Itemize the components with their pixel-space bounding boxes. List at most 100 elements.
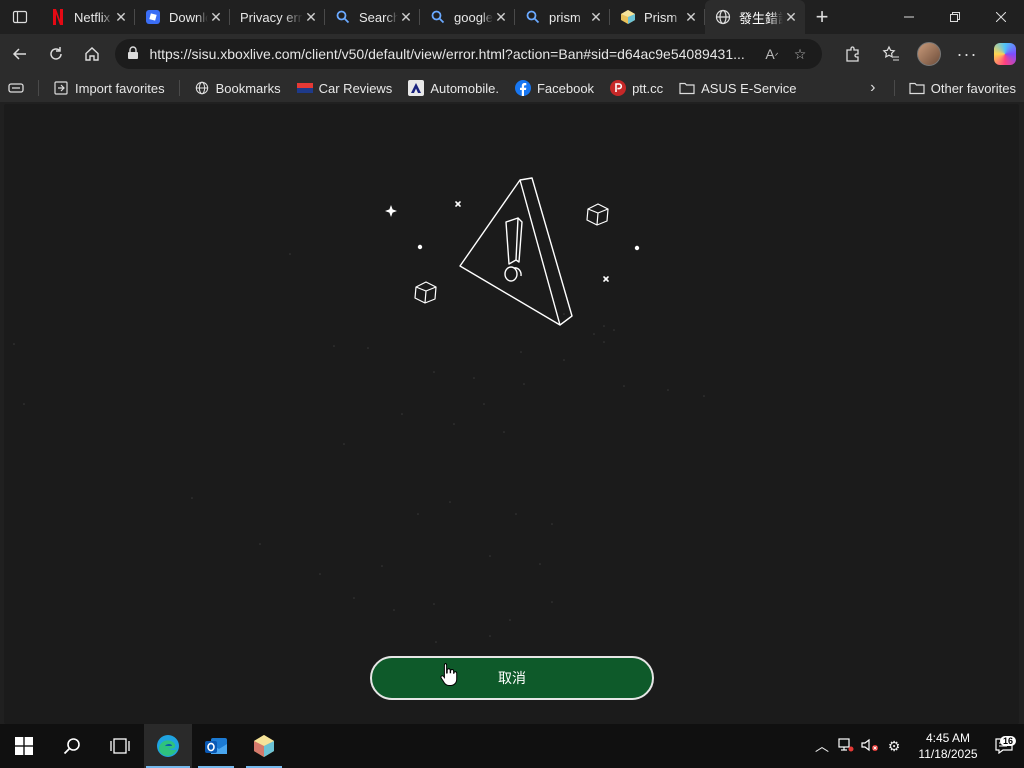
restore-button[interactable]: [932, 0, 978, 34]
particle-dots: [13, 253, 705, 643]
tab-label: Privacy error: [240, 9, 303, 25]
fav-ptt[interactable]: ptt.cc: [602, 76, 671, 100]
taskbar-prism[interactable]: [240, 724, 288, 768]
close-icon[interactable]: ✕: [588, 9, 604, 25]
favorites-list-icon: [882, 45, 899, 61]
profile-button[interactable]: [910, 38, 948, 70]
network-icon[interactable]: [834, 737, 858, 755]
car-reviews-icon: [296, 80, 313, 96]
tab-privacy-error[interactable]: Privacy error ✕: [230, 0, 325, 34]
back-arrow-icon: [12, 48, 26, 60]
start-button[interactable]: [0, 724, 48, 768]
back-button[interactable]: [2, 38, 38, 70]
window-controls: [886, 0, 1024, 34]
taskbar-outlook[interactable]: [192, 724, 240, 768]
navigation-bar: https://sisu.xboxlive.com/client/v50/def…: [0, 34, 1024, 74]
tab-prism[interactable]: Prism ✕: [610, 0, 705, 34]
clock-time: 4:45 AM: [925, 731, 971, 745]
fav-car-reviews[interactable]: Car Reviews: [289, 76, 401, 100]
gear-icon[interactable]: ⚙: [882, 738, 906, 755]
chevron-right-icon[interactable]: ›: [858, 79, 888, 97]
close-icon[interactable]: ✕: [208, 9, 224, 25]
chevron-up-icon[interactable]: ︿: [810, 736, 834, 756]
favorite-star-icon[interactable]: ☆: [786, 46, 814, 63]
cancel-button[interactable]: 取消: [370, 656, 654, 700]
tab-search[interactable]: Search ✕: [325, 0, 420, 34]
tab-prism-search[interactable]: prism ✕: [515, 0, 610, 34]
notification-center-button[interactable]: 16: [984, 736, 1024, 754]
fav-facebook[interactable]: Facebook: [507, 76, 602, 100]
roblox-icon: [145, 9, 161, 25]
clock-date: 11/18/2025: [918, 747, 978, 761]
tab-label: Netflix: [74, 9, 111, 25]
facebook-icon: [514, 80, 531, 96]
favorites-bar-toggle[interactable]: [0, 76, 32, 100]
minimize-icon: [904, 16, 914, 18]
fav-label: ptt.cc: [632, 80, 664, 96]
close-icon[interactable]: ✕: [398, 9, 414, 25]
favorites-button[interactable]: [872, 38, 910, 70]
lock-icon[interactable]: [127, 45, 139, 63]
close-icon[interactable]: ✕: [493, 9, 509, 25]
settings-more-button[interactable]: ···: [948, 38, 986, 70]
warning-triangle-icon: [459, 177, 573, 326]
tab-download[interactable]: Download ✕: [135, 0, 230, 34]
restore-icon: [950, 12, 960, 22]
home-button[interactable]: [74, 38, 110, 70]
tab-label: 發生錯誤: [739, 10, 783, 26]
fav-label: Car Reviews: [318, 80, 393, 96]
edge-icon: [157, 735, 179, 757]
close-icon[interactable]: ✕: [783, 9, 799, 25]
copilot-button[interactable]: [986, 38, 1024, 70]
fav-label: ASUS E-Service: [701, 80, 797, 96]
cube-icon: [414, 203, 609, 304]
system-tray: ︿ ⚙ 4:45 AM 11/18/2025 16: [810, 724, 1024, 768]
prism-icon: [254, 735, 274, 757]
close-icon[interactable]: ✕: [683, 9, 699, 25]
volume-muted-icon[interactable]: [858, 738, 882, 755]
close-icon[interactable]: ✕: [303, 9, 319, 25]
refresh-button[interactable]: [38, 38, 74, 70]
address-bar[interactable]: https://sisu.xboxlive.com/client/v50/def…: [115, 39, 822, 69]
tab-google[interactable]: google ✕: [420, 0, 515, 34]
refresh-icon: [50, 47, 62, 60]
automobile-icon: [408, 80, 425, 96]
home-icon: [84, 47, 99, 61]
search-icon: [63, 738, 80, 755]
fav-import-favorites[interactable]: Import favorites: [45, 76, 173, 100]
new-tab-button[interactable]: +: [805, 0, 839, 34]
puzzle-icon: [846, 46, 859, 62]
search-button[interactable]: [48, 724, 96, 768]
globe-icon: [194, 80, 210, 96]
read-aloud-icon[interactable]: Aᐟ: [758, 46, 786, 62]
url-text[interactable]: https://sisu.xboxlive.com/client/v50/def…: [149, 46, 758, 62]
divider: [893, 80, 895, 96]
taskbar: ︿ ⚙ 4:45 AM 11/18/2025 16: [0, 724, 1024, 768]
minimize-button[interactable]: [886, 0, 932, 34]
fav-automobile[interactable]: Automobile.: [400, 76, 507, 100]
notification-count-badge: 16: [999, 736, 1016, 746]
fav-asus-eservice[interactable]: ASUS E-Service: [671, 76, 804, 100]
task-view-button[interactable]: [96, 724, 144, 768]
outlook-icon: [205, 738, 227, 754]
sparkle-icon: [385, 205, 397, 217]
tab-label: google: [454, 9, 493, 25]
tab-netflix[interactable]: Netflix ✕: [40, 0, 135, 34]
fav-bookmarks[interactable]: Bookmarks: [186, 76, 289, 100]
folder-icon: [679, 80, 695, 96]
import-icon: [53, 80, 69, 96]
extensions-button[interactable]: [834, 38, 872, 70]
task-view-icon: [110, 738, 130, 754]
dot-icon: [417, 244, 640, 251]
fav-other-favorites[interactable]: Other favorites: [901, 76, 1024, 100]
tab-actions-button[interactable]: [0, 0, 40, 34]
hand-cursor-icon: [440, 663, 458, 686]
tab-strip: Netflix ✕ Download ✕ Privacy error ✕ Sea…: [0, 0, 1024, 34]
taskbar-edge[interactable]: [144, 724, 192, 768]
tab-error-active[interactable]: 發生錯誤 ✕: [705, 0, 805, 34]
clock[interactable]: 4:45 AM 11/18/2025: [912, 730, 984, 762]
close-icon[interactable]: ✕: [113, 9, 129, 25]
divider: [178, 80, 180, 96]
close-window-button[interactable]: [978, 0, 1024, 34]
favorites-bar-icon: [8, 83, 24, 93]
